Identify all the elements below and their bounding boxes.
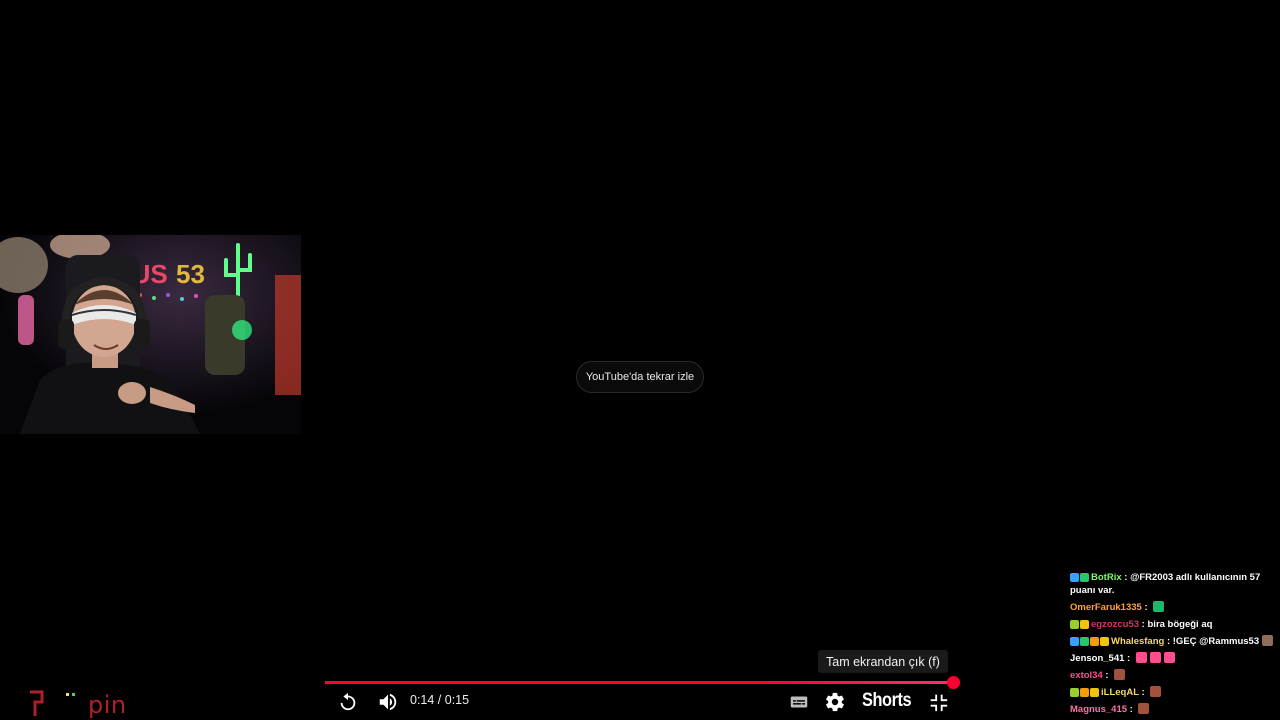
badge-icon: [1100, 637, 1109, 646]
webcam-image: MUS 53: [0, 235, 301, 434]
chat-username: iLLeqAL: [1101, 687, 1139, 698]
chat-message: Jenson_541 :: [1070, 652, 1278, 665]
streamer-webcam-overlay: MUS 53: [0, 235, 301, 434]
badge-icon: [1070, 688, 1079, 697]
emote-icon: [1163, 652, 1175, 663]
emote-icon: [1149, 652, 1161, 663]
chat-message: BotRix : @FR2003 adlı kullanıcının 57 pu…: [1070, 571, 1278, 597]
chat-separator: :: [1164, 636, 1173, 647]
badge-icon: [1090, 637, 1099, 646]
chat-username: extol34: [1070, 670, 1103, 681]
chat-overlay: BotRix : @FR2003 adlı kullanıcının 57 pu…: [1070, 571, 1278, 720]
shorts-logo[interactable]: Shorts: [862, 690, 912, 712]
badge-icon: [1080, 637, 1089, 646]
subtitles-button[interactable]: [787, 690, 811, 714]
svg-text:53: 53: [176, 259, 205, 289]
chat-message: extol34 :: [1070, 669, 1278, 682]
emote-icon: [1153, 601, 1165, 612]
chat-username: Whalesfang: [1111, 636, 1165, 647]
chat-username: Jenson_541: [1070, 653, 1125, 664]
progress-scrubber[interactable]: [946, 676, 960, 689]
emote-icon: [1262, 635, 1274, 646]
emote-icon: [1114, 669, 1126, 680]
progress-bar[interactable]: [325, 676, 960, 689]
chat-message: OmerFaruk1335 :: [1070, 601, 1278, 614]
chat-text: !GEÇ @Rammus53: [1172, 636, 1260, 647]
chat-message: Magnus_415 :: [1070, 703, 1278, 716]
emote-icon: [1138, 703, 1150, 714]
exit-fullscreen-tooltip: Tam ekrandan çık (f): [818, 650, 948, 673]
tooltip-text: Tam ekrandan çık (f): [826, 654, 940, 669]
settings-button[interactable]: [823, 690, 847, 714]
rewatch-label: YouTube'da tekrar izle: [585, 371, 695, 383]
chat-username: OmerFaruk1335: [1070, 602, 1142, 613]
chat-separator: :: [1141, 602, 1151, 613]
chat-separator: :: [1139, 619, 1148, 630]
chat-badges: [1070, 620, 1089, 629]
chat-separator: :: [1102, 670, 1112, 681]
volume-icon: [379, 693, 397, 711]
exit-fullscreen-button[interactable]: [926, 690, 950, 714]
replay-icon: [340, 692, 356, 711]
chat-separator: :: [1127, 704, 1136, 715]
time-display: 0:14 / 0:15: [410, 693, 470, 707]
chat-username: BotRix: [1091, 572, 1122, 583]
brand-watermark-text: pin: [88, 691, 127, 719]
gear-icon: [826, 692, 844, 712]
replay-button[interactable]: [336, 690, 360, 714]
video-player[interactable]: MUS 53: [0, 0, 1280, 720]
chat-badges: [1070, 573, 1089, 582]
rewatch-on-youtube-button[interactable]: YouTube'da tekrar izle: [576, 361, 704, 393]
exit-fullscreen-icon: [930, 694, 948, 712]
badge-icon: [1080, 573, 1089, 582]
chat-badges: [1070, 688, 1099, 697]
chat-message: egzozcu53 : bira bögeği aq: [1070, 618, 1278, 631]
chat-message: Whalesfang : !GEÇ @Rammus53: [1070, 635, 1278, 648]
chat-badges: [1070, 637, 1109, 646]
subtitles-icon: [790, 696, 808, 708]
chat-text: bira bögeği aq: [1147, 619, 1213, 630]
chat-separator: :: [1138, 687, 1148, 698]
badge-icon: [1080, 688, 1089, 697]
badge-icon: [1070, 573, 1079, 582]
chat-message: iLLeqAL :: [1070, 686, 1278, 699]
badge-icon: [1070, 620, 1079, 629]
chat-username: Magnus_415: [1070, 704, 1128, 715]
badge-icon: [1080, 620, 1089, 629]
chat-separator: :: [1124, 653, 1133, 664]
emote-icon: [1150, 686, 1162, 697]
badge-icon: [1070, 637, 1079, 646]
emote-icon: [1135, 652, 1147, 663]
volume-button[interactable]: [376, 690, 400, 714]
chat-separator: :: [1121, 572, 1131, 583]
chat-username: egzozcu53: [1091, 619, 1140, 630]
progress-played: [325, 681, 953, 684]
badge-icon: [1090, 688, 1099, 697]
